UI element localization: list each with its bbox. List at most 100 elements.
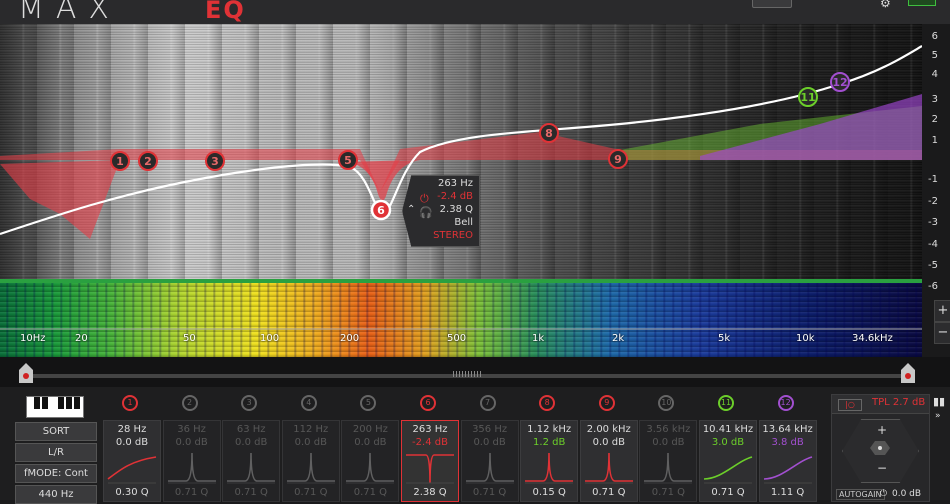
band-freq: 356 Hz bbox=[472, 424, 508, 435]
band-power-icon[interactable]: 4 bbox=[300, 395, 317, 411]
band-9[interactable]: 9 2.00 kHz 0.0 dB 0.71 Q bbox=[578, 387, 638, 502]
band-curve bbox=[584, 452, 633, 482]
band-power-icon[interactable]: 11 bbox=[718, 395, 734, 411]
band-q: 0.71 Q bbox=[651, 487, 686, 498]
band-6[interactable]: 6 263 Hz -2.4 dB 2.38 Q bbox=[399, 387, 459, 502]
band-7[interactable]: 7 356 Hz 0.0 dB 0.71 Q bbox=[459, 387, 519, 502]
band-power-icon[interactable]: 2 bbox=[181, 395, 198, 411]
band-shape-icon bbox=[167, 452, 216, 484]
gain-plus-button[interactable]: + bbox=[877, 423, 887, 437]
band-gain: 1.2 dB bbox=[533, 437, 566, 448]
freq-label: 10k bbox=[796, 333, 815, 344]
band-card[interactable]: 2.00 kHz 0.0 dB 0.71 Q bbox=[579, 420, 638, 502]
band-node-8[interactable]: 8 bbox=[539, 123, 559, 143]
band-node-label: 3 bbox=[211, 155, 219, 168]
band-q: 0.71 Q bbox=[174, 487, 209, 498]
zoom-out-button[interactable]: − bbox=[934, 322, 950, 344]
freq-label: 10Hz bbox=[20, 333, 46, 344]
chevron-up-icon[interactable]: ⌃ bbox=[407, 204, 415, 215]
piano-keyboard-icon[interactable] bbox=[26, 396, 84, 418]
fmode-button[interactable]: fMODE: Cont bbox=[15, 464, 97, 483]
autogain-row: AUTOGAIN ⏻ 0.0 dB bbox=[832, 489, 929, 501]
band-power-icon[interactable]: 10 bbox=[658, 395, 675, 411]
band-gain: 0.0 dB bbox=[294, 437, 327, 448]
band-card[interactable]: 28 Hz 0.0 dB 0.30 Q bbox=[103, 420, 161, 502]
band-shape-icon bbox=[763, 456, 812, 484]
band-card[interactable]: 263 Hz -2.4 dB 2.38 Q bbox=[401, 420, 459, 502]
range-handle-left[interactable] bbox=[19, 363, 33, 383]
headphones-icon[interactable]: 🎧 bbox=[419, 206, 433, 219]
band-3[interactable]: 3 63 Hz 0.0 dB 0.71 Q bbox=[220, 387, 281, 502]
band-10[interactable]: 10 3.56 kHz 0.0 dB 0.71 Q bbox=[637, 387, 698, 502]
band-gain: 0.0 dB bbox=[235, 437, 268, 448]
autogain-button[interactable]: AUTOGAIN bbox=[836, 489, 885, 500]
band-card[interactable]: 1.12 kHz 1.2 dB 0.15 Q bbox=[520, 420, 579, 502]
band-2[interactable]: 2 36 Hz 0.0 dB 0.71 Q bbox=[161, 387, 221, 502]
band-power-icon[interactable]: 3 bbox=[241, 395, 258, 411]
band-node-12[interactable]: 12 bbox=[830, 72, 850, 92]
eq-display[interactable]: 1 2 3 5 6 8 9 11 12 263 Hz -2.4 dB 2.38 Q Bell S… bbox=[0, 24, 922, 357]
db-label: 1 bbox=[931, 135, 938, 146]
meter-icon[interactable]: ▮▮ bbox=[933, 395, 945, 408]
band-node-2[interactable]: 2 bbox=[138, 151, 158, 171]
scroll-grip[interactable] bbox=[453, 371, 481, 377]
band-card[interactable]: 13.64 kHz 3.8 dB 1.11 Q bbox=[758, 420, 817, 502]
band-card[interactable]: 3.56 kHz 0.0 dB 0.71 Q bbox=[639, 420, 698, 502]
preset-button[interactable] bbox=[752, 0, 792, 8]
zoom-in-button[interactable]: + bbox=[934, 300, 950, 322]
range-handle-right[interactable] bbox=[901, 363, 915, 383]
band-5[interactable]: 5 200 Hz 0.0 dB 0.71 Q bbox=[339, 387, 400, 502]
band-8[interactable]: 8 1.12 kHz 1.2 dB 0.15 Q bbox=[518, 387, 579, 502]
reference-pitch-button[interactable]: 440 Hz bbox=[15, 485, 97, 504]
band-power-icon[interactable]: 12 bbox=[777, 395, 794, 411]
band-curve bbox=[763, 456, 812, 480]
band-1[interactable]: 1 28 Hz 0.0 dB 0.30 Q bbox=[101, 387, 161, 502]
band-4[interactable]: 4 112 Hz 0.0 dB 0.71 Q bbox=[280, 387, 340, 502]
band-gain: 0.0 dB bbox=[652, 437, 685, 448]
band-power-icon[interactable]: 9 bbox=[598, 395, 615, 411]
band-card[interactable]: 112 Hz 0.0 dB 0.71 Q bbox=[281, 420, 340, 502]
freq-label: 500 bbox=[447, 333, 467, 344]
db-label: 5 bbox=[931, 50, 938, 61]
band-11[interactable]: 11 10.41 kHz 3.0 dB 0.71 Q bbox=[697, 387, 757, 502]
band-shape-icon bbox=[346, 452, 395, 484]
band-node-9[interactable]: 9 bbox=[608, 149, 628, 169]
band-node-6[interactable]: 6 bbox=[370, 199, 392, 221]
power-icon[interactable]: ⏻ bbox=[420, 192, 429, 206]
band-12[interactable]: 12 13.64 kHz 3.8 dB 1.11 Q bbox=[757, 387, 817, 502]
bypass-toggle[interactable] bbox=[908, 0, 936, 6]
chevron-right-icon[interactable]: » bbox=[935, 411, 941, 421]
band-card[interactable]: 356 Hz 0.0 dB 0.71 Q bbox=[460, 420, 519, 502]
tpl-toggle[interactable]: |○ bbox=[838, 399, 862, 411]
band-power-icon[interactable]: 7 bbox=[479, 395, 496, 411]
band-curve bbox=[525, 452, 574, 482]
band-power-icon[interactable]: 1 bbox=[122, 395, 138, 411]
band-power-icon[interactable]: 8 bbox=[539, 395, 556, 411]
lr-button[interactable]: L/R bbox=[15, 443, 97, 462]
power-icon[interactable]: ⏻ bbox=[880, 489, 887, 499]
band-shape-icon bbox=[227, 452, 276, 484]
db-label: -5 bbox=[928, 260, 938, 271]
band-curve bbox=[644, 452, 693, 482]
band-node-3[interactable]: 3 bbox=[205, 151, 225, 171]
band-power-icon[interactable]: 6 bbox=[420, 395, 436, 411]
band-curve bbox=[703, 456, 753, 480]
band-shape-icon bbox=[286, 452, 335, 484]
tpl-label: TPL 2.7 dB bbox=[872, 397, 926, 408]
band-card[interactable]: 200 Hz 0.0 dB 0.71 Q bbox=[341, 420, 400, 502]
band-power-icon[interactable]: 5 bbox=[360, 395, 377, 411]
gain-minus-button[interactable]: − bbox=[877, 461, 887, 475]
band-node-1[interactable]: 1 bbox=[110, 151, 130, 171]
band-card[interactable]: 63 Hz 0.0 dB 0.71 Q bbox=[222, 420, 281, 502]
settings-icon[interactable]: ⚙ bbox=[880, 0, 902, 10]
band-gain: 3.0 dB bbox=[711, 437, 745, 448]
band-q: 0.71 Q bbox=[234, 487, 268, 498]
band-card[interactable]: 10.41 kHz 3.0 dB 0.71 Q bbox=[699, 420, 757, 502]
band-curve bbox=[107, 456, 157, 480]
band-node-5[interactable]: 5 bbox=[338, 150, 358, 170]
range-scrollbar[interactable] bbox=[0, 357, 950, 387]
band-node-11[interactable]: 11 bbox=[798, 87, 818, 107]
db-label: 6 bbox=[931, 31, 938, 42]
band-card[interactable]: 36 Hz 0.0 dB 0.71 Q bbox=[162, 420, 221, 502]
sort-button[interactable]: SORT bbox=[15, 422, 97, 441]
